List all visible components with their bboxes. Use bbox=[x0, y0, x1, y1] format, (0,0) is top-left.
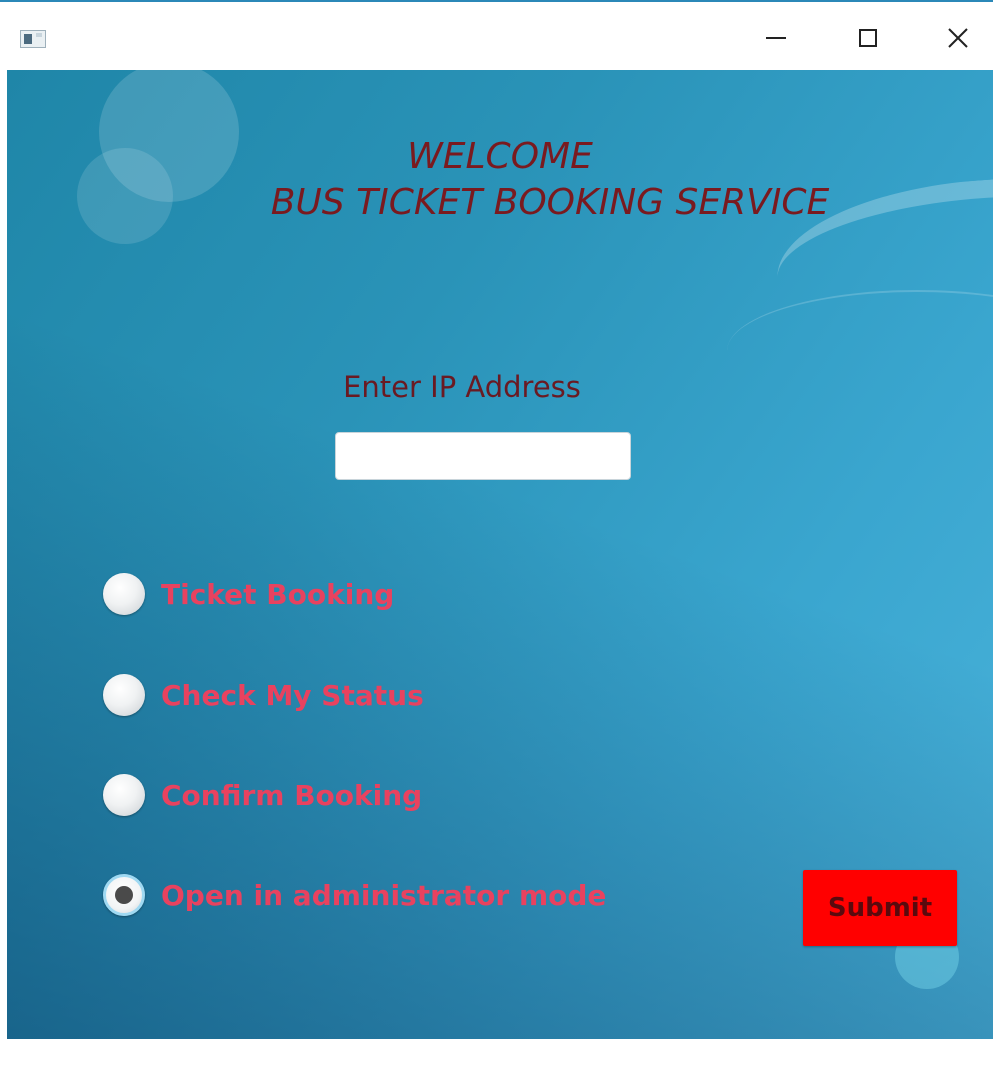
option-label: Confirm Booking bbox=[161, 778, 423, 812]
title-bar[interactable] bbox=[0, 2, 993, 70]
radio-button[interactable] bbox=[103, 674, 145, 716]
submit-button[interactable]: Submit bbox=[803, 870, 957, 946]
option-label: Open in administrator mode bbox=[161, 878, 607, 912]
close-button[interactable] bbox=[936, 18, 980, 58]
radio-button[interactable] bbox=[103, 774, 145, 816]
option-check-my-status[interactable]: Check My Status bbox=[103, 671, 424, 719]
ip-address-label: Enter IP Address bbox=[343, 370, 581, 404]
title-line-service: BUS TICKET BOOKING SERVICE bbox=[270, 182, 830, 223]
option-label: Check My Status bbox=[161, 678, 424, 712]
ip-address-input[interactable] bbox=[335, 432, 631, 480]
page-title: WELCOME BUS TICKET BOOKING SERVICE bbox=[7, 134, 993, 226]
app-window: WELCOME BUS TICKET BOOKING SERVICE Enter… bbox=[0, 0, 993, 1067]
close-icon bbox=[948, 28, 968, 48]
main-panel: WELCOME BUS TICKET BOOKING SERVICE Enter… bbox=[7, 70, 993, 1039]
option-ticket-booking[interactable]: Ticket Booking bbox=[103, 570, 394, 618]
minimize-icon bbox=[766, 37, 786, 39]
minimize-button[interactable] bbox=[754, 18, 798, 58]
radio-button[interactable] bbox=[103, 573, 145, 615]
maximize-button[interactable] bbox=[846, 18, 890, 58]
radio-button-selected[interactable] bbox=[103, 874, 145, 916]
maximize-icon bbox=[859, 29, 877, 47]
option-confirm-booking[interactable]: Confirm Booking bbox=[103, 771, 422, 819]
option-administrator-mode[interactable]: Open in administrator mode bbox=[103, 871, 606, 919]
option-label: Ticket Booking bbox=[161, 577, 395, 611]
title-line-welcome: WELCOME bbox=[407, 136, 593, 177]
app-window-icon bbox=[20, 30, 46, 48]
